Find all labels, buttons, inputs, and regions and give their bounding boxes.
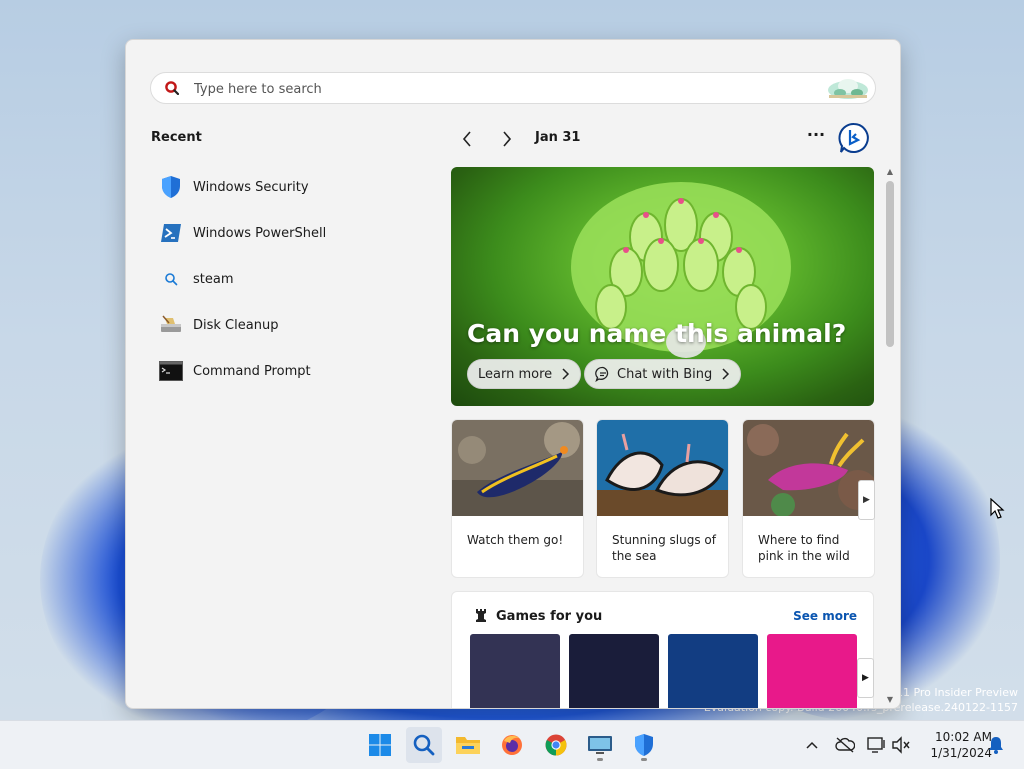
bell-icon	[989, 737, 1003, 754]
windows-security-button[interactable]	[626, 727, 662, 763]
chevron-right-icon	[562, 368, 570, 380]
disk-cleanup-icon	[159, 313, 183, 337]
games-heading: Games for you	[496, 609, 603, 624]
mouse-pointer-icon	[990, 498, 1005, 519]
game-tile[interactable]	[767, 634, 857, 708]
games-scroll-right-button[interactable]: ▶	[857, 658, 874, 698]
card-caption: Stunning slugs of the sea	[612, 533, 716, 563]
game-tile[interactable]	[470, 634, 560, 708]
story-card[interactable]: Stunning slugs of the sea	[596, 419, 729, 578]
volume-button[interactable]	[891, 735, 911, 755]
chat-with-bing-label: Chat with Bing	[617, 366, 713, 382]
clock[interactable]: 10:02 AM 1/31/2024	[918, 729, 992, 761]
hero-title: Can you name this animal?	[467, 319, 847, 348]
next-day-button[interactable]	[496, 128, 518, 150]
story-card[interactable]: Watch them go!	[451, 419, 584, 578]
recent-item-label: Windows PowerShell	[193, 225, 327, 241]
game-tile[interactable]	[569, 634, 659, 708]
search-input[interactable]	[192, 73, 816, 105]
recent-item-command-prompt[interactable]: Command Prompt	[159, 348, 419, 394]
shield-icon	[159, 175, 183, 199]
bing-chat-button[interactable]	[838, 122, 870, 154]
start-button[interactable]	[362, 727, 398, 763]
recent-heading: Recent	[151, 130, 202, 145]
chevron-left-icon	[462, 131, 471, 147]
search-icon	[159, 267, 183, 291]
sea-slug-image	[743, 420, 874, 516]
chess-rook-icon	[476, 609, 486, 622]
taskbar: 10:02 AM 1/31/2024	[0, 720, 1024, 769]
search-highlight-image	[828, 79, 868, 99]
file-explorer-button[interactable]	[450, 727, 486, 763]
recent-item-label: Windows Security	[193, 179, 309, 195]
see-more-link[interactable]: See more	[793, 609, 857, 623]
recent-list: Windows Security Windows PowerShell stea…	[159, 164, 419, 394]
firefox-button[interactable]	[494, 727, 530, 763]
cards-scroll-right-button[interactable]: ▶	[858, 480, 875, 520]
chevron-right-icon	[503, 131, 512, 147]
chat-with-bing-button[interactable]: Chat with Bing	[584, 359, 742, 389]
recent-item-label: steam	[193, 271, 234, 287]
chat-icon	[595, 366, 609, 382]
game-tile[interactable]	[668, 634, 758, 708]
hero-card[interactable]: Can you name this animal? Learn more Cha…	[451, 167, 874, 406]
card-caption: Watch them go!	[467, 533, 564, 547]
learn-more-label: Learn more	[478, 366, 553, 382]
recent-item-label: Command Prompt	[193, 363, 311, 379]
sea-slug-image	[452, 420, 583, 516]
shield-icon	[635, 734, 653, 756]
scroll-thumb[interactable]	[886, 181, 894, 347]
speaker-muted-icon	[892, 736, 910, 754]
watermark-line1: 11 Pro Insider Preview	[895, 686, 1018, 699]
scroll-down-arrow-icon[interactable]: ▼	[883, 695, 897, 707]
clock-time: 10:02 AM	[935, 730, 992, 744]
learn-more-button[interactable]: Learn more	[467, 359, 582, 389]
recent-item-steam[interactable]: steam	[159, 256, 419, 302]
search-box[interactable]	[150, 72, 876, 105]
terminal-app-button[interactable]	[582, 727, 618, 763]
onedrive-status-button[interactable]	[835, 735, 855, 755]
firefox-icon	[502, 735, 522, 755]
show-hidden-icons-button[interactable]	[802, 735, 822, 755]
powershell-icon	[159, 221, 183, 245]
games-section: Games for you See more	[451, 591, 874, 708]
chrome-icon	[545, 734, 567, 756]
network-button[interactable]	[866, 735, 886, 755]
chrome-button[interactable]	[538, 727, 574, 763]
remote-desktop-icon	[588, 736, 612, 754]
folder-icon	[456, 737, 480, 754]
chevron-right-icon	[722, 368, 730, 380]
search-panel: Recent Windows Security Windows PowerShe…	[125, 39, 901, 709]
scroll-up-arrow-icon[interactable]: ▲	[883, 167, 897, 179]
recent-item-disk-cleanup[interactable]: Disk Cleanup	[159, 302, 419, 348]
feed-scrollbar[interactable]: ▲ ▼	[883, 167, 897, 707]
caret-right-icon: ▶	[862, 673, 869, 683]
notifications-button[interactable]	[986, 735, 1006, 755]
network-icon	[867, 737, 885, 753]
search-icon	[413, 734, 435, 756]
windows-logo-icon	[369, 734, 391, 756]
recent-item-windows-security[interactable]: Windows Security	[159, 164, 419, 210]
recent-item-label: Disk Cleanup	[193, 317, 279, 333]
chevron-up-icon	[806, 741, 818, 749]
story-card[interactable]: Where to find pink in the wild	[742, 419, 875, 578]
cmd-icon	[159, 359, 183, 383]
feed-date: Jan 31	[535, 130, 581, 145]
recent-item-windows-powershell[interactable]: Windows PowerShell	[159, 210, 419, 256]
sea-slug-image	[597, 420, 728, 516]
caret-right-icon: ▶	[863, 495, 870, 505]
taskbar-search-button[interactable]	[406, 727, 442, 763]
previous-day-button[interactable]	[456, 128, 478, 150]
card-caption: Where to find pink in the wild	[758, 533, 850, 563]
more-options-button[interactable]: ···	[804, 127, 828, 148]
running-indicator	[641, 758, 647, 761]
running-indicator	[597, 758, 603, 761]
clock-date: 1/31/2024	[930, 746, 992, 760]
cloud-off-icon	[835, 737, 855, 753]
search-icon	[165, 81, 179, 95]
